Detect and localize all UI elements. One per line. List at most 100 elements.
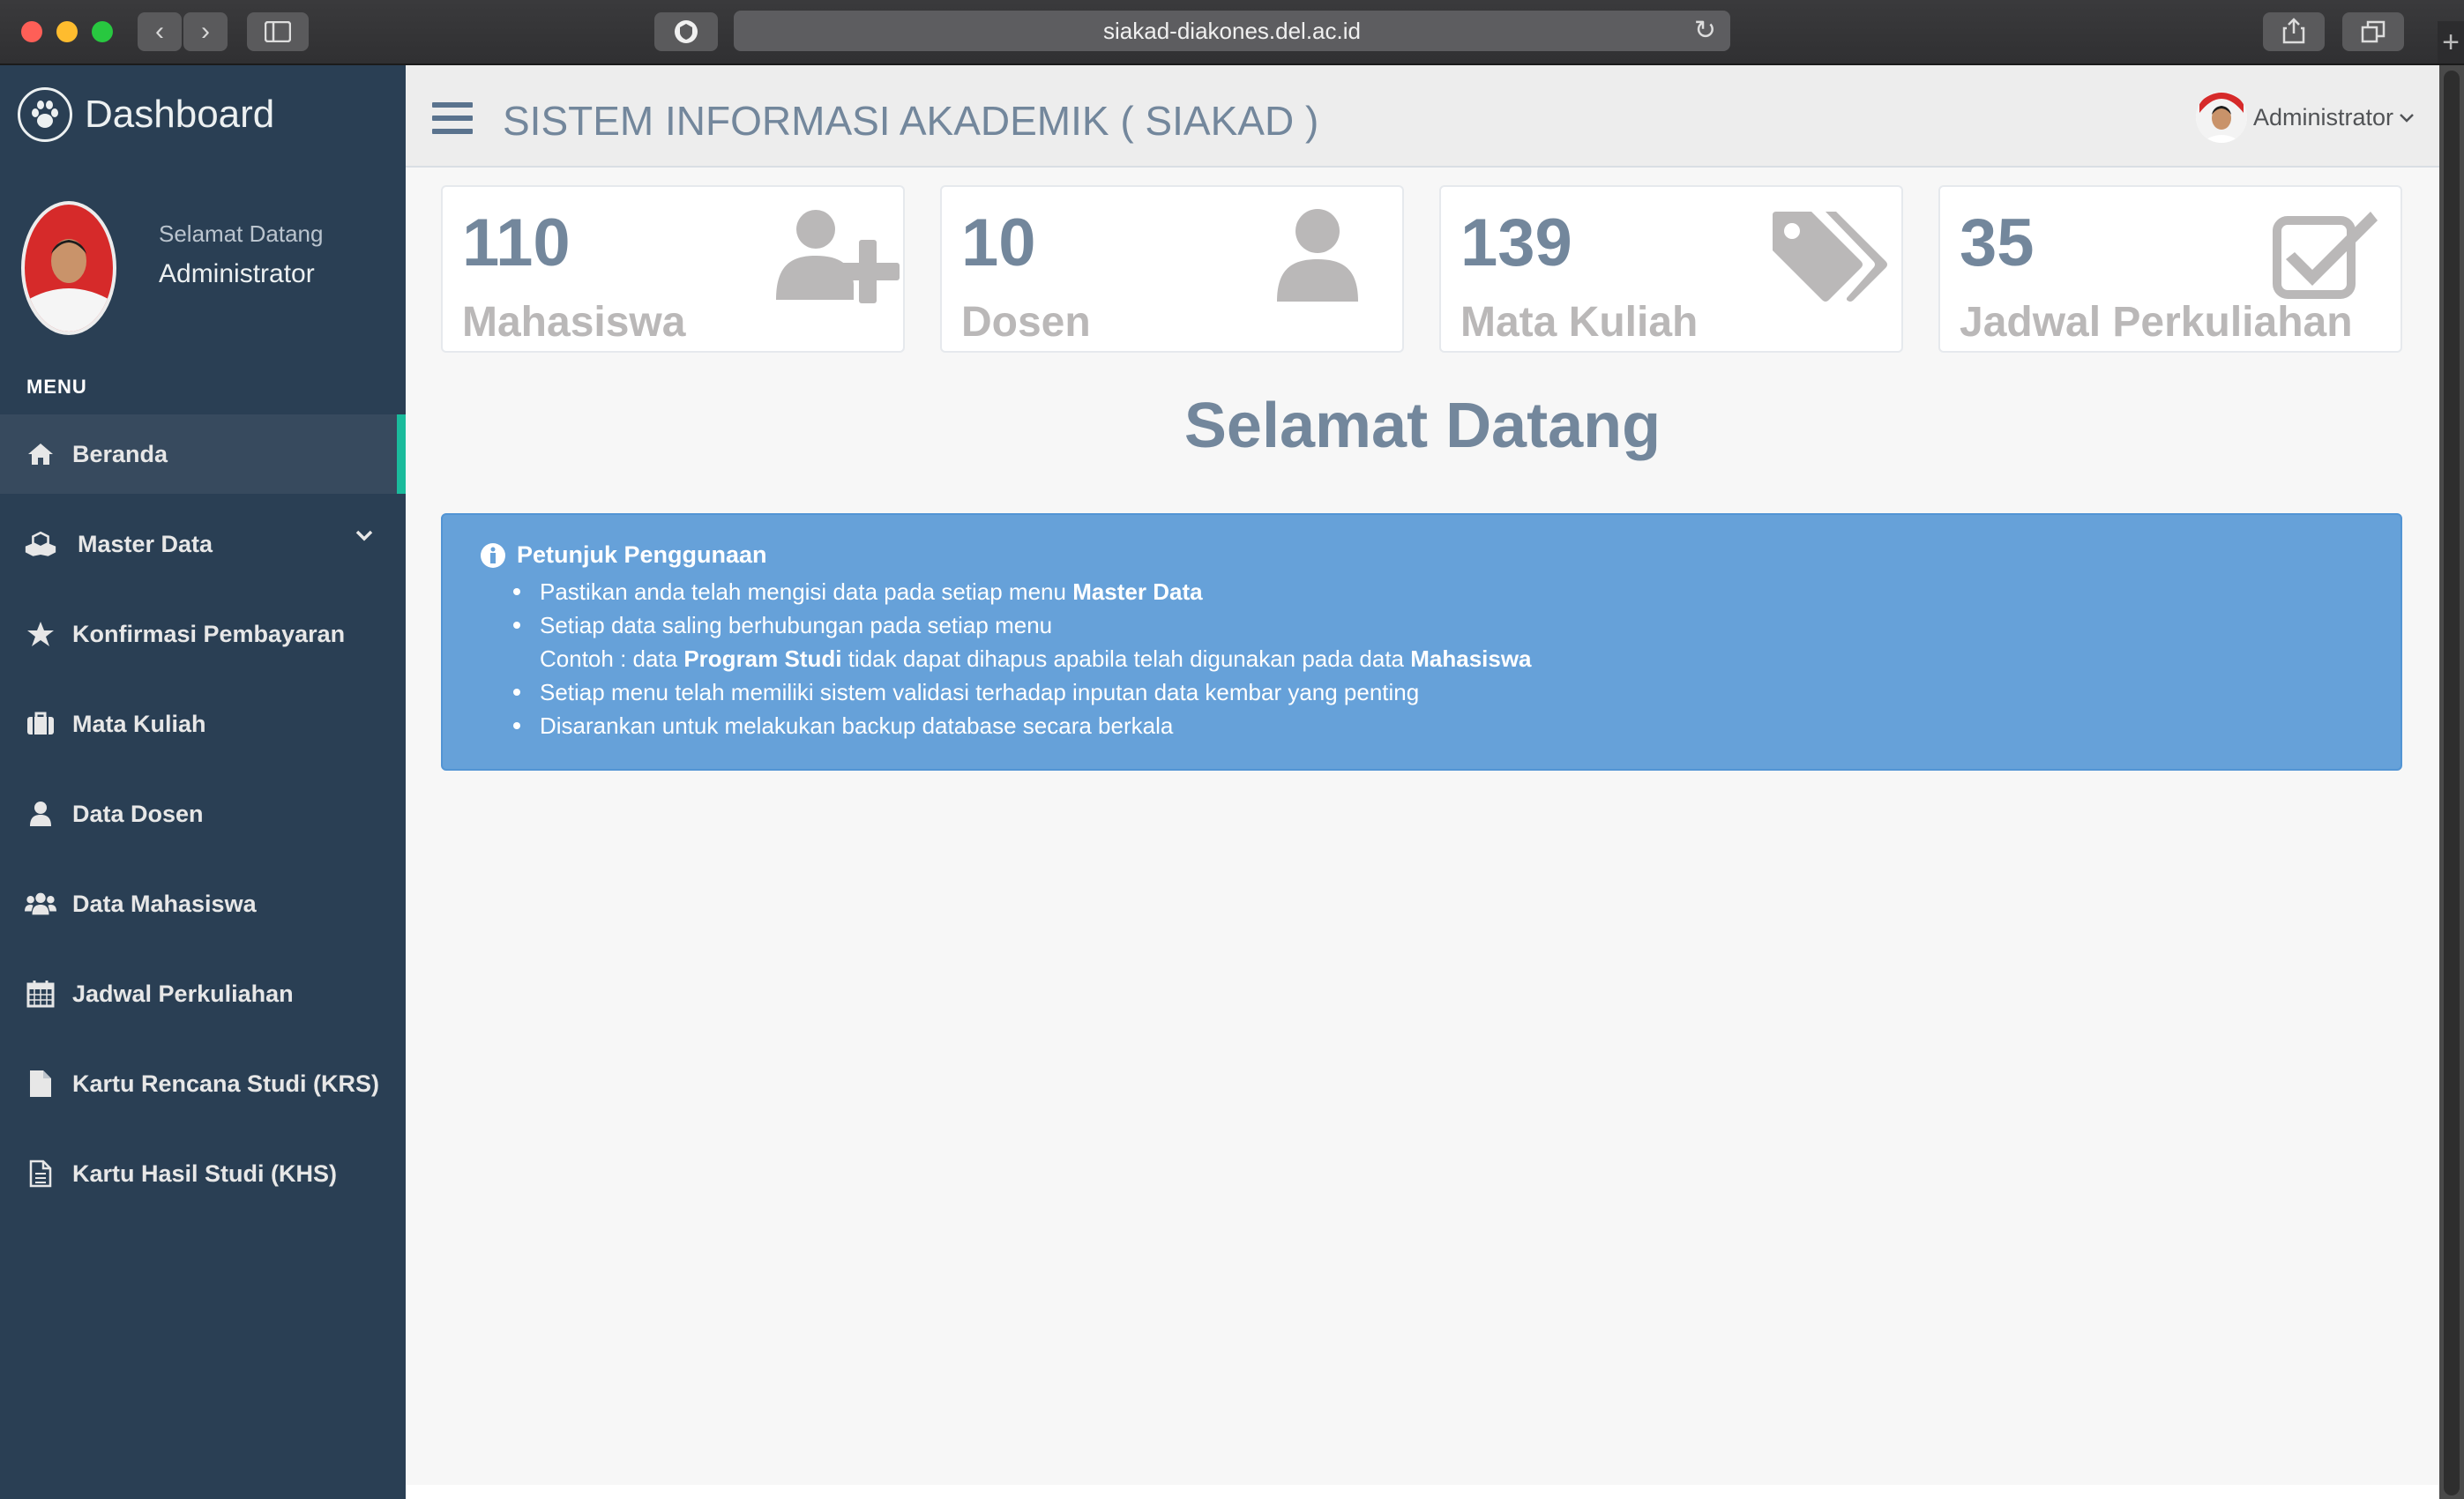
share-button[interactable]	[2263, 12, 2325, 51]
nav-item-beranda[interactable]: Beranda	[0, 414, 406, 494]
list-item: Disarankan untuk melakukan backup databa…	[513, 709, 1532, 742]
brand-link[interactable]: Dashboard	[18, 85, 274, 145]
nav-item-label: Konfirmasi Pembayaran	[72, 620, 346, 647]
stat-label: Mahasiswa	[462, 299, 686, 346]
back-button[interactable]: ‹	[138, 12, 182, 51]
nav-item-data-mahasiswa[interactable]: Data Mahasiswa	[0, 864, 406, 943]
stat-tile-mahasiswa: 110 Mahasiswa	[441, 185, 905, 353]
minimize-window-button[interactable]	[56, 21, 78, 42]
shield-icon	[675, 20, 698, 43]
browser-toolbar: ‹ › siakad-diakones.del.ac.id ↻ +	[0, 0, 2464, 65]
home-icon	[25, 438, 56, 470]
info-text: Setiap data saling berhubungan pada seti…	[540, 612, 1053, 638]
top-navbar: SISTEM INFORMASI AKADEMIK ( SIAKAD ) Adm…	[406, 65, 2439, 168]
page-footer-strip	[406, 1485, 2439, 1499]
user-avatar[interactable]	[2196, 92, 2247, 143]
nav-item-label: Master Data	[78, 530, 213, 557]
nav-item-label: Kartu Hasil Studi (KHS)	[72, 1160, 338, 1187]
paw-icon	[18, 87, 72, 142]
stat-tile-mata-kuliah: 139 Mata Kuliah	[1439, 185, 1903, 353]
share-icon	[2282, 18, 2305, 44]
stat-count: 10	[961, 205, 1036, 280]
maximize-window-button[interactable]	[92, 21, 113, 42]
info-text: tidak dapat dihapus apabila telah diguna…	[841, 645, 1411, 672]
address-bar[interactable]: siakad-diakones.del.ac.id ↻	[734, 11, 1730, 51]
nav-item-master-data[interactable]: Master Data	[0, 504, 406, 584]
hamburger-menu-icon[interactable]	[432, 102, 473, 134]
user-plus-icon	[776, 210, 900, 303]
users-icon	[25, 888, 56, 920]
star-icon	[25, 618, 56, 650]
page-title: SISTEM INFORMASI AKADEMIK ( SIAKAD )	[503, 98, 1319, 144]
file-icon	[25, 1068, 56, 1100]
nav-item-mata-kuliah[interactable]: Mata Kuliah	[0, 684, 406, 764]
forward-button[interactable]: ›	[183, 12, 228, 51]
reload-icon[interactable]: ↻	[1694, 11, 1716, 51]
nav-item-khs[interactable]: Kartu Hasil Studi (KHS)	[0, 1134, 406, 1213]
stat-tile-dosen: 10 Dosen	[940, 185, 1404, 353]
nav-item-label: Jadwal Perkuliahan	[72, 980, 294, 1007]
list-item-continuation: Contoh : data Program Studi tidak dapat …	[540, 642, 1532, 675]
welcome-heading: Selamat Datang	[1183, 391, 1661, 461]
briefcase-icon	[25, 708, 56, 740]
close-window-button[interactable]	[21, 21, 42, 42]
info-title: Petunjuk Penggunaan	[480, 541, 767, 569]
sidebar-icon	[264, 20, 292, 43]
info-title-text: Petunjuk Penggunaan	[517, 541, 767, 568]
tags-icon	[1773, 212, 1887, 302]
chevron-left-icon: ‹	[155, 17, 164, 46]
profile-name: Administrator	[159, 259, 315, 288]
info-text: Pastikan anda telah mengisi data pada se…	[540, 578, 1073, 605]
plus-icon: +	[2442, 26, 2460, 59]
list-item: Pastikan anda telah mengisi data pada se…	[513, 575, 1532, 608]
cubes-icon	[25, 528, 56, 560]
welcome-text: Selamat Datang	[159, 220, 324, 247]
calendar-icon	[25, 978, 56, 1010]
list-item: Setiap data saling berhubungan pada seti…	[513, 608, 1532, 642]
list-item: Setiap menu telah memiliki sistem valida…	[513, 675, 1532, 709]
usage-instructions-box: Petunjuk Penggunaan Pastikan anda telah …	[441, 513, 2402, 771]
brand-title: Dashboard	[85, 93, 275, 136]
chevron-right-icon: ›	[201, 17, 210, 46]
menu-heading: MENU	[26, 376, 87, 398]
new-tab-button[interactable]: +	[2438, 21, 2464, 63]
info-text: Contoh : data	[540, 645, 684, 672]
user-menu-dropdown[interactable]: Administrator	[2253, 104, 2415, 131]
stat-count: 110	[462, 205, 571, 280]
stat-tile-jadwal-perkuliahan: 35 Jadwal Perkuliahan	[1938, 185, 2402, 353]
tabs-overview-button[interactable]	[2342, 12, 2404, 51]
stat-count: 139	[1460, 205, 1572, 280]
nav-item-label: Beranda	[72, 440, 168, 467]
info-circle-icon	[481, 542, 505, 568]
info-emphasis: Mahasiswa	[1410, 645, 1532, 672]
nav-item-data-dosen[interactable]: Data Dosen	[0, 774, 406, 854]
nav-item-label: Data Mahasiswa	[72, 890, 257, 917]
url-text: siakad-diakones.del.ac.id	[1103, 18, 1361, 44]
stat-label: Dosen	[961, 299, 1091, 346]
file-text-icon	[25, 1158, 56, 1190]
user-name: Administrator	[2252, 104, 2393, 131]
stat-label: Jadwal Perkuliahan	[1960, 299, 2353, 346]
nav-item-krs[interactable]: Kartu Rencana Studi (KRS)	[0, 1044, 406, 1123]
info-emphasis: Master Data	[1072, 578, 1203, 605]
user-icon	[25, 798, 56, 830]
check-square-icon	[2273, 212, 2378, 299]
tabs-icon	[2361, 20, 2386, 43]
info-list: Pastikan anda telah mengisi data pada se…	[513, 575, 1532, 742]
chevron-down-icon	[355, 530, 373, 541]
sidebar: Dashboard Selamat Datang Administrator M…	[0, 65, 406, 1499]
nav-item-label: Kartu Rencana Studi (KRS)	[72, 1070, 380, 1097]
nav-item-konfirmasi-pembayaran[interactable]: Konfirmasi Pembayaran	[0, 594, 406, 674]
stat-label: Mata Kuliah	[1460, 299, 1699, 346]
info-text: Disarankan untuk melakukan backup databa…	[540, 712, 1174, 739]
user-icon	[1277, 209, 1358, 302]
sidebar-toggle-button[interactable]	[247, 12, 309, 51]
stat-count: 35	[1960, 205, 2035, 280]
nav-item-label: Data Dosen	[72, 800, 204, 827]
privacy-shield-button[interactable]	[654, 12, 718, 51]
profile-avatar	[21, 201, 116, 335]
scrollbar-thumb[interactable]	[2444, 71, 2460, 1495]
info-emphasis: Program Studi	[683, 645, 842, 672]
chevron-down-icon	[2400, 113, 2414, 123]
nav-item-jadwal-perkuliahan[interactable]: Jadwal Perkuliahan	[0, 954, 406, 1033]
